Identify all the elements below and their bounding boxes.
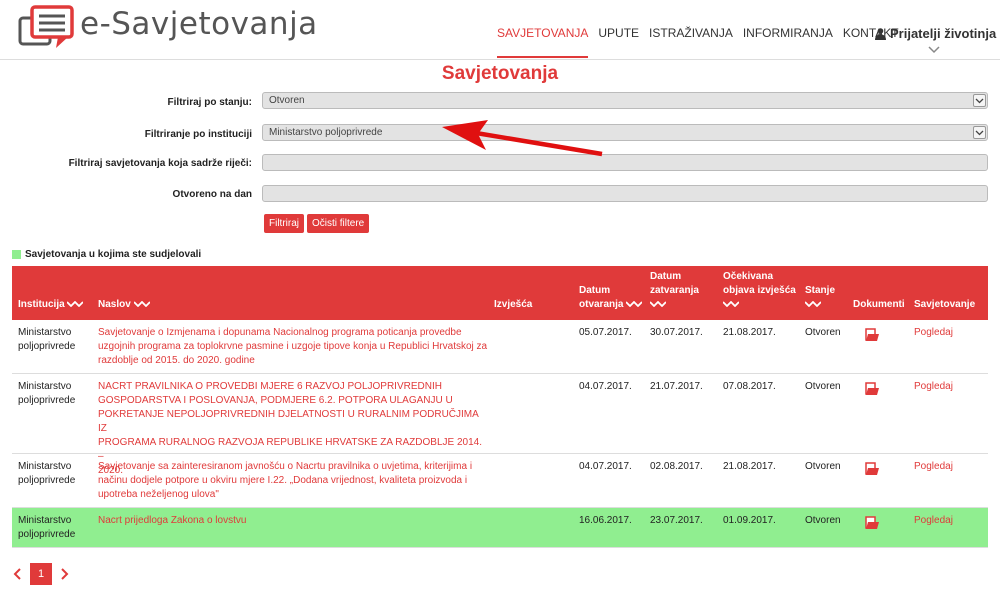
row-state: Otvoren <box>805 327 841 338</box>
row-state: Otvoren <box>805 515 841 526</box>
th-dokumenti: Dokumenti <box>853 299 905 310</box>
row-close-date: 21.07.2017. <box>650 381 703 392</box>
row-state: Otvoren <box>805 381 841 392</box>
row-institution: Ministarstvo poljoprivrede <box>18 327 76 352</box>
row-report-date: 21.08.2017. <box>723 327 776 338</box>
nav-informiranja[interactable]: INFORMIRANJA <box>743 26 833 58</box>
row-view-link[interactable]: Pogledaj <box>914 326 953 340</box>
chevron-down-icon[interactable] <box>928 46 940 54</box>
row-view-link[interactable]: Pogledaj <box>914 460 953 474</box>
table-header: Institucija Naslov Izvješća Datum otvara… <box>12 266 988 320</box>
th-izvjesca: Izvješća <box>494 299 533 310</box>
row-report-date: 01.09.2017. <box>723 515 776 526</box>
filter-date-label: Otvoreno na dan <box>172 189 252 200</box>
user-icon <box>875 27 886 40</box>
row-title-link[interactable]: Savjetovanje o Izmjenama i dopunama Naci… <box>98 326 488 368</box>
table-row: Ministarstvo poljoprivrede Savjetovanje o… <box>12 320 988 374</box>
page-number-current[interactable]: 1 <box>30 563 52 585</box>
filter-inst-label: Filtriranje po instituciji <box>144 129 252 140</box>
row-open-date: 05.07.2017. <box>579 327 632 338</box>
row-title-link[interactable]: Nacrt prijedloga Zakona o lovstvu <box>98 514 488 528</box>
user-name: Prijatelji životinja <box>890 26 997 41</box>
sort-icon <box>722 300 740 308</box>
sort-icon <box>626 301 643 308</box>
sort-icon <box>67 301 84 308</box>
row-institution: Ministarstvo poljoprivrede <box>18 461 76 486</box>
header: e-Savjetovanja SAVJETOVANJA UPUTE ISTRAŽ… <box>0 0 1000 60</box>
document-icon[interactable] <box>865 462 879 476</box>
row-institution: Ministarstvo poljoprivrede <box>18 515 76 540</box>
table-row: Ministarstvo poljoprivrede NACRT PRAVILNI… <box>12 374 988 476</box>
sort-icon <box>804 300 822 308</box>
filter-date-input[interactable] <box>262 185 988 202</box>
th-datum-zatvaranja[interactable]: Datum zatvaranja <box>649 270 699 312</box>
th-stanje[interactable]: Stanje <box>804 284 835 312</box>
user-menu[interactable]: Prijatelji životinja <box>875 26 996 41</box>
clear-filters-button[interactable]: Očisti filtere <box>307 214 370 233</box>
row-open-date: 04.07.2017. <box>579 381 632 392</box>
chevron-right-icon[interactable] <box>60 568 70 580</box>
row-state: Otvoren <box>805 461 841 472</box>
table-row: Ministarstvo poljoprivrede Nacrt prijedlo… <box>12 508 988 548</box>
legend-text: Savjetovanja u kojima ste sudjelovali <box>25 249 202 260</box>
filter-button[interactable]: Filtriraj <box>264 214 304 233</box>
chevron-down-icon <box>973 126 986 139</box>
row-view-link[interactable]: Pogledaj <box>914 514 953 528</box>
th-datum-otvaranja[interactable]: Datum otvaranja <box>579 284 643 312</box>
filter-inst-select[interactable]: Ministarstvo poljoprivrede <box>262 124 988 141</box>
filter-words-label: Filtriraj savjetovanja koja sadrže riječ… <box>68 158 252 169</box>
row-close-date: 30.07.2017. <box>650 327 703 338</box>
filter-words-input[interactable] <box>262 154 988 171</box>
row-institution: Ministarstvo poljoprivrede <box>18 381 76 406</box>
page-title: Savjetovanja <box>441 63 559 84</box>
legend-swatch <box>12 250 21 259</box>
filter-state-label: Filtriraj po stanju: <box>167 97 252 108</box>
document-icon[interactable] <box>865 328 879 342</box>
row-close-date: 02.08.2017. <box>650 461 703 472</box>
table-row: Ministarstvo poljoprivrede Savjetovanje s… <box>12 454 988 508</box>
th-naslov[interactable]: Naslov <box>98 298 150 312</box>
sort-icon <box>133 301 150 308</box>
chevron-down-icon <box>973 94 986 107</box>
annotation-arrow-icon <box>442 120 603 157</box>
th-institucija[interactable]: Institucija <box>18 298 84 312</box>
row-title-link[interactable]: Savjetovanje sa zainteresiranom javnošću… <box>98 460 488 502</box>
row-view-link[interactable]: Pogledaj <box>914 380 953 394</box>
row-open-date: 16.06.2017. <box>579 515 632 526</box>
document-icon[interactable] <box>865 516 879 530</box>
nav-istrazivanja[interactable]: ISTRAŽIVANJA <box>649 26 733 58</box>
th-savjetovanje: Savjetovanje <box>914 299 976 310</box>
th-ocekivana-objava[interactable]: Očekivana objava izvješća <box>722 270 796 312</box>
row-report-date: 07.08.2017. <box>723 381 776 392</box>
logo-speech-icon[interactable] <box>18 4 80 56</box>
nav-upute[interactable]: UPUTE <box>598 26 639 58</box>
consultations-table: Institucija Naslov Izvješća Datum otvara… <box>12 266 988 548</box>
sort-icon <box>649 300 667 308</box>
filter-state-select[interactable]: Otvoren <box>262 92 988 109</box>
logo-text[interactable]: e-Savjetovanja <box>80 6 318 42</box>
row-close-date: 23.07.2017. <box>650 515 703 526</box>
filter-state-value: Otvoren <box>269 95 305 106</box>
nav-savjetovanja[interactable]: SAVJETOVANJA <box>497 26 589 58</box>
document-icon[interactable] <box>865 382 879 396</box>
row-report-date: 21.08.2017. <box>723 461 776 472</box>
row-open-date: 04.07.2017. <box>579 461 632 472</box>
filter-inst-value: Ministarstvo poljoprivrede <box>269 127 383 138</box>
chevron-left-icon[interactable] <box>12 568 22 580</box>
legend: Savjetovanja u kojima ste sudjelovali <box>12 249 201 260</box>
pagination: 1 <box>12 563 70 585</box>
main-nav: SAVJETOVANJA UPUTE ISTRAŽIVANJA INFORMIR… <box>497 26 899 58</box>
